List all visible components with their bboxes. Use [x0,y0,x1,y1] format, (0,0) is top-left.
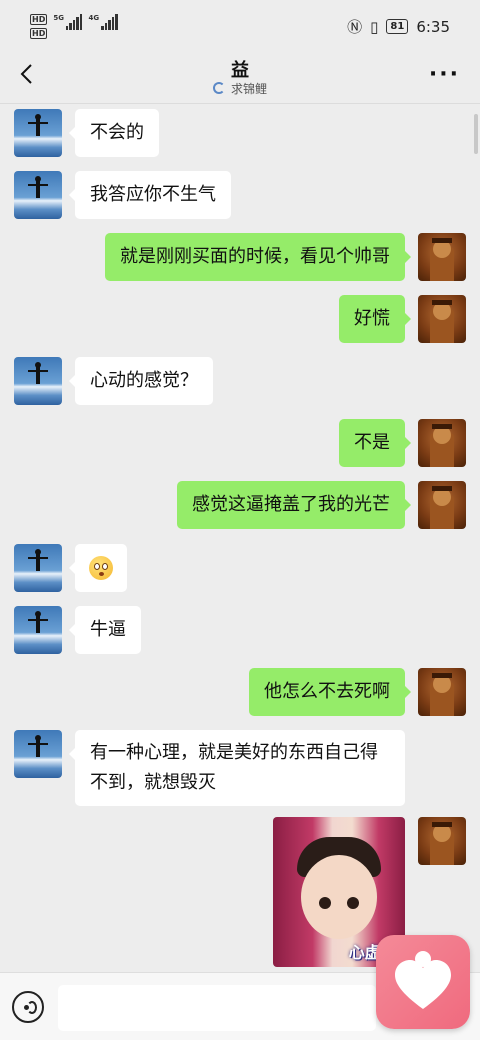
chat-status: 求锦鲤 [0,80,480,97]
contact-avatar[interactable] [14,171,62,219]
message-list[interactable]: 不会的 我答应你不生气 就是刚刚买面的时候，看见个帅哥 好慌 心动的感觉？ 不是… [0,104,480,972]
flushed-face-emoji [89,556,113,580]
my-avatar[interactable] [418,817,466,865]
message-input[interactable] [58,985,376,1031]
chat-title: 益 [231,60,249,81]
contact-avatar[interactable] [14,544,62,592]
outgoing-message[interactable]: 就是刚刚买面的时候，看见个帅哥 [105,233,411,281]
more-options-icon[interactable]: ··· [429,62,460,87]
network-type-sim2: 4G [88,14,100,22]
incoming-message[interactable]: 不会的 [69,109,159,157]
nfc-icon: Ⓝ [347,18,363,36]
signal-icon-sim1: 5G [53,14,83,30]
heart-icon [395,951,451,1009]
incoming-message[interactable]: 我答应你不生气 [69,171,231,219]
my-avatar[interactable] [418,668,466,716]
battery-level: 81 [386,19,409,34]
incoming-message[interactable]: 有一种心理，就是美好的东西自己得不到，就想毁灭 [69,730,405,806]
my-avatar[interactable] [418,233,466,281]
my-avatar[interactable] [418,481,466,529]
signal-icon-sim2: 4G [88,14,118,30]
scrollbar[interactable] [474,114,478,154]
voice-input-icon[interactable] [12,991,44,1023]
contact-avatar[interactable] [14,606,62,654]
my-avatar[interactable] [418,419,466,467]
favorite-heart-button[interactable] [376,935,470,1029]
outgoing-message[interactable]: 不是 [339,419,411,467]
outgoing-message[interactable]: 感觉这逼掩盖了我的光芒 [177,481,411,529]
vibrate-icon: ▯ [370,17,379,36]
signal-indicators: HD HD 5G 4G [30,14,118,39]
hd-badge-sim1: HD [30,14,48,25]
outgoing-message[interactable]: 他怎么不去死啊 [249,668,411,716]
contact-avatar[interactable] [14,730,62,778]
incoming-message[interactable]: 心动的感觉？ [69,357,213,405]
outgoing-message[interactable]: 好慌 [339,295,411,343]
hd-badge-sim2: HD [30,28,48,39]
contact-avatar[interactable] [14,109,62,157]
status-icon [212,82,225,94]
incoming-message[interactable]: 牛逼 [69,606,141,654]
network-type-sim1: 5G [53,14,64,22]
clock: 6:35 [416,17,450,36]
status-right: Ⓝ ▯ 81 6:35 [347,16,450,37]
contact-avatar[interactable] [14,357,62,405]
chat-header: 益 求锦鲤 ··· [0,50,480,104]
my-avatar[interactable] [418,295,466,343]
status-bar: HD HD 5G 4G Ⓝ ▯ 81 6:35 [0,0,480,50]
status-text: 求锦鲤 [230,82,267,96]
incoming-message[interactable] [69,544,127,592]
